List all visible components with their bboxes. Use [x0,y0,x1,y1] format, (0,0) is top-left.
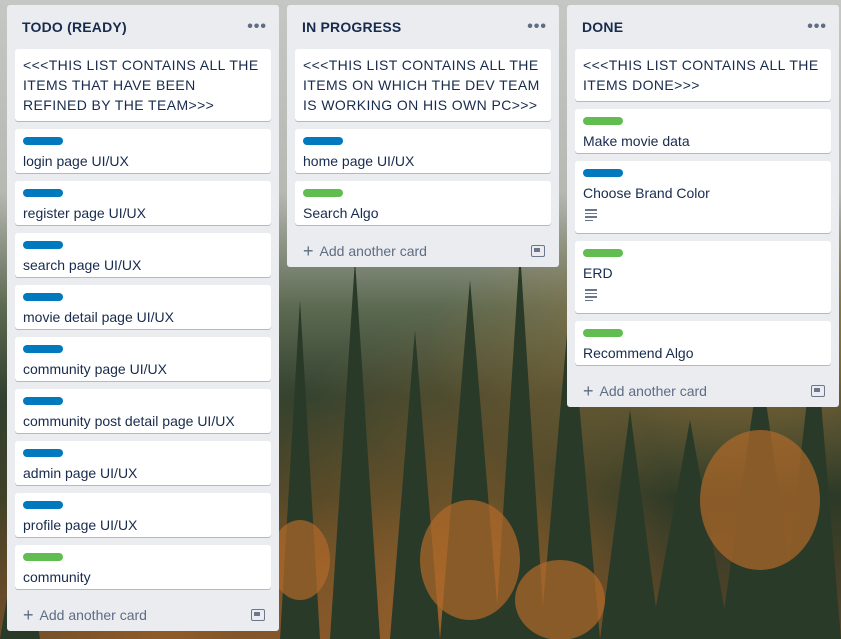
card-template-icon[interactable] [531,245,545,257]
description-icon [585,289,597,301]
note-card[interactable]: <<<THIS LIST CONTAINS ALL THE ITEMS DONE… [575,49,831,101]
card[interactable]: register page UI/UX [15,181,271,225]
blue-label [583,169,623,177]
card-title: Choose Brand Color [583,185,710,201]
blue-label [303,137,343,145]
list-menu-icon[interactable]: ••• [247,19,267,35]
blue-label [23,397,63,405]
card-title: profile page UI/UX [23,517,138,533]
add-card-button[interactable]: + Add another card [23,606,147,624]
card[interactable]: profile page UI/UX [15,493,271,537]
card-title: <<<THIS LIST CONTAINS ALL THE ITEMS ON W… [303,57,540,113]
board: TODO (READY) ••• <<<THIS LIST CONTAINS A… [0,0,841,639]
blue-label [23,241,63,249]
plus-icon: + [303,241,314,261]
list-title[interactable]: DONE [582,19,623,35]
note-card[interactable]: <<<THIS LIST CONTAINS ALL THE ITEMS THAT… [15,49,271,121]
card[interactable]: Search Algo [295,181,551,225]
add-card-label: Add another card [319,243,427,259]
list-menu-icon[interactable]: ••• [527,19,547,35]
note-card[interactable]: <<<THIS LIST CONTAINS ALL THE ITEMS ON W… [295,49,551,121]
blue-label [23,137,63,145]
card[interactable]: movie detail page UI/UX [15,285,271,329]
add-card-label: Add another card [39,607,147,623]
card[interactable]: community page UI/UX [15,337,271,381]
card[interactable]: community post detail page UI/UX [15,389,271,433]
blue-label [23,293,63,301]
list-title[interactable]: IN PROGRESS [302,19,401,35]
list-in-progress: IN PROGRESS ••• <<<THIS LIST CONTAINS AL… [287,5,559,267]
card[interactable]: Make movie data [575,109,831,153]
card-template-icon[interactable] [811,385,825,397]
add-card-row: + Add another card [295,233,551,269]
green-label [583,117,623,125]
blue-label [23,449,63,457]
card-title: community post detail page UI/UX [23,413,235,429]
card-title: ERD [583,265,613,281]
list-header: TODO (READY) ••• [15,5,271,49]
card-title: register page UI/UX [23,205,146,221]
list-title[interactable]: TODO (READY) [22,19,127,35]
card-title: community [23,569,91,585]
card[interactable]: community [15,545,271,589]
add-card-row: + Add another card [575,373,831,409]
card[interactable]: admin page UI/UX [15,441,271,485]
add-card-button[interactable]: + Add another card [583,382,707,400]
card-title: search page UI/UX [23,257,142,273]
card-title: movie detail page UI/UX [23,309,174,325]
green-label [23,553,63,561]
card-title: Make movie data [583,133,690,149]
card-title: Search Algo [303,205,379,221]
card-title: <<<THIS LIST CONTAINS ALL THE ITEMS THAT… [23,57,259,113]
list-menu-icon[interactable]: ••• [807,19,827,35]
add-card-row: + Add another card [15,597,271,633]
plus-icon: + [23,605,34,625]
blue-label [23,189,63,197]
green-label [583,249,623,257]
card-title: community page UI/UX [23,361,167,377]
card[interactable]: Choose Brand Color [575,161,831,233]
card-title: Recommend Algo [583,345,694,361]
list-header: DONE ••• [575,5,831,49]
list-header: IN PROGRESS ••• [295,5,551,49]
blue-label [23,345,63,353]
add-card-label: Add another card [599,383,707,399]
green-label [303,189,343,197]
card-template-icon[interactable] [251,609,265,621]
card[interactable]: ERD [575,241,831,313]
list-todo: TODO (READY) ••• <<<THIS LIST CONTAINS A… [7,5,279,631]
card[interactable]: Recommend Algo [575,321,831,365]
blue-label [23,501,63,509]
list-done: DONE ••• <<<THIS LIST CONTAINS ALL THE I… [567,5,839,407]
description-icon [585,209,597,221]
card-title: <<<THIS LIST CONTAINS ALL THE ITEMS DONE… [583,57,819,93]
card[interactable]: home page UI/UX [295,129,551,173]
card-title: login page UI/UX [23,153,129,169]
card[interactable]: search page UI/UX [15,233,271,277]
card-title: admin page UI/UX [23,465,138,481]
add-card-button[interactable]: + Add another card [303,242,427,260]
card-title: home page UI/UX [303,153,415,169]
plus-icon: + [583,381,594,401]
green-label [583,329,623,337]
card[interactable]: login page UI/UX [15,129,271,173]
